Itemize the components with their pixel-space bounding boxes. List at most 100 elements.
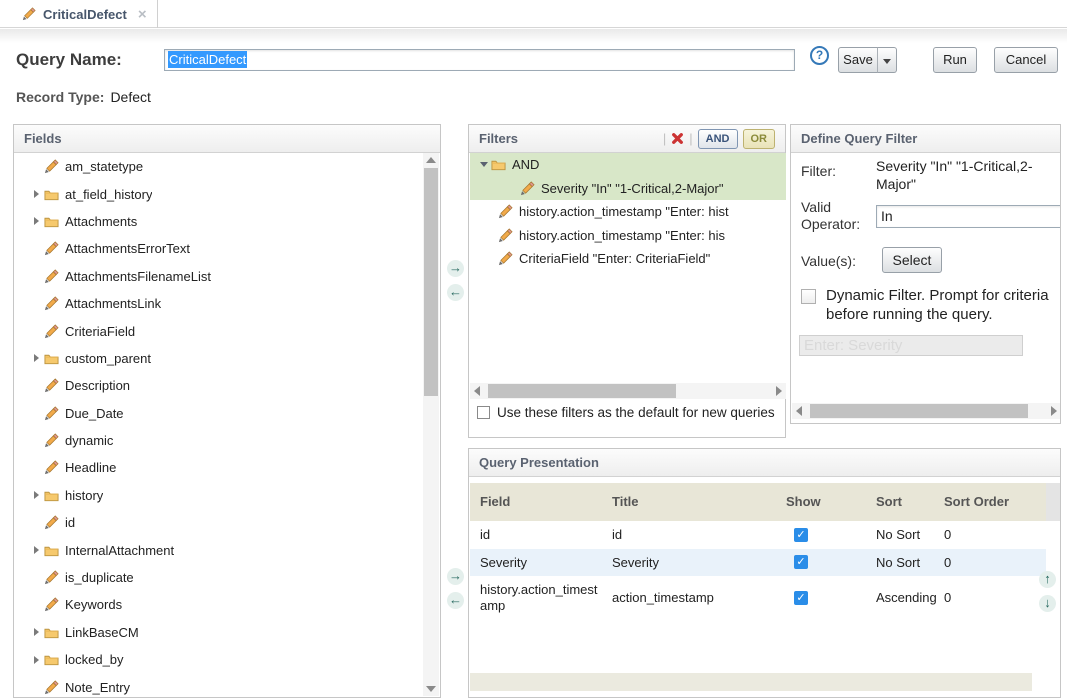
filters-hscrollbar-thumb[interactable] (488, 384, 676, 398)
fields-item-Headline[interactable]: Headline (15, 454, 422, 481)
move-up-arrow-icon[interactable]: ↑ (1039, 571, 1056, 588)
fields-item-Note_Entry[interactable]: Note_Entry (15, 673, 422, 697)
record-type-label: Record Type: (16, 89, 104, 105)
cell-sort-order[interactable]: 0 (940, 521, 1046, 549)
query-name-input[interactable]: CriticalDefect (164, 49, 795, 71)
presentation-row[interactable]: SeveritySeverity✓No Sort0 (470, 549, 1046, 577)
expand-icon[interactable] (29, 217, 44, 225)
default-filters-label: Use these filters as the default for new… (497, 405, 775, 420)
run-button[interactable]: Run (933, 47, 977, 73)
add-display-field-arrow-icon[interactable]: → (447, 568, 464, 585)
cell-sort[interactable]: Ascending (868, 576, 940, 619)
define-hscrollbar-thumb[interactable] (810, 404, 1028, 418)
define-hscrollbar[interactable] (792, 403, 1061, 419)
remove-filter-arrow-icon[interactable]: ← (447, 284, 464, 301)
fields-scrollbar-thumb[interactable] (424, 168, 438, 396)
cell-sort-order[interactable]: 0 (940, 576, 1046, 619)
expand-icon[interactable] (29, 354, 44, 362)
cancel-button[interactable]: Cancel (994, 47, 1058, 73)
filter-node[interactable]: history.action_timestamp "Enter: hist (470, 200, 786, 224)
expand-icon[interactable] (29, 491, 44, 499)
scroll-right-icon[interactable] (772, 383, 786, 399)
fields-item-AttachmentsErrorText[interactable]: AttachmentsErrorText (15, 235, 422, 262)
fields-item-am_statetype[interactable]: am_statetype (15, 153, 422, 180)
pencil-icon (44, 269, 59, 284)
remove-display-field-arrow-icon[interactable]: ← (447, 592, 464, 609)
fields-item-locked_by[interactable]: locked_by (15, 646, 422, 673)
cell-sort[interactable]: No Sort (868, 549, 940, 577)
fields-item-custom_parent[interactable]: custom_parent (15, 345, 422, 372)
fields-item-id[interactable]: id (15, 509, 422, 536)
dynamic-filter-checkbox[interactable] (801, 289, 816, 304)
record-type-value: Defect (110, 89, 150, 105)
show-checkbox[interactable]: ✓ (794, 528, 808, 542)
fields-item-dynamic[interactable]: dynamic (15, 427, 422, 454)
fields-item-Attachments[interactable]: Attachments (15, 208, 422, 235)
filter-node[interactable]: Severity "In" "1-Critical,2-Major" (470, 177, 786, 201)
filter-node[interactable]: history.action_timestamp "Enter: his (470, 224, 786, 248)
filter-node-label: history.action_timestamp "Enter: hist (519, 204, 729, 219)
pencil-icon (44, 597, 59, 612)
move-down-arrow-icon[interactable]: ↓ (1039, 595, 1056, 612)
valid-operator-label: Valid Operator: (801, 199, 873, 233)
fields-item-AttachmentsLink[interactable]: AttachmentsLink (15, 290, 422, 317)
scroll-left-icon[interactable] (792, 403, 806, 419)
collapse-icon[interactable] (476, 162, 491, 167)
fields-item-AttachmentsFilenameList[interactable]: AttachmentsFilenameList (15, 263, 422, 290)
fields-item-LinkBaseCM[interactable]: LinkBaseCM (15, 619, 422, 646)
chevron-down-icon (883, 59, 891, 64)
col-sort-order: Sort Order (940, 483, 1046, 521)
show-checkbox[interactable]: ✓ (794, 555, 808, 569)
and-operator-button[interactable]: AND (698, 129, 738, 149)
fields-item-CriteriaField[interactable]: CriteriaField (15, 317, 422, 344)
fields-scrollbar[interactable] (423, 153, 439, 696)
cell-sort[interactable]: No Sort (868, 521, 940, 549)
save-button[interactable]: Save (838, 47, 878, 73)
presentation-row[interactable]: history.action_timestampaction_timestamp… (470, 576, 1046, 619)
expand-icon[interactable] (29, 656, 44, 664)
filters-hscrollbar[interactable] (470, 383, 786, 399)
scroll-up-icon[interactable] (423, 153, 439, 167)
tab-close-icon[interactable]: × (138, 7, 147, 22)
fields-item-label: Keywords (65, 597, 122, 612)
cell-sort-order[interactable]: 0 (940, 549, 1046, 577)
fields-item-at_field_history[interactable]: at_field_history (15, 180, 422, 207)
expand-icon[interactable] (29, 190, 44, 198)
or-operator-button[interactable]: OR (743, 129, 776, 149)
pencil-icon (44, 324, 59, 339)
valid-operator-input[interactable]: In (876, 205, 1061, 228)
record-type-line: Record Type: Defect (16, 89, 151, 105)
expand-icon[interactable] (29, 546, 44, 554)
filters-panel-header: Filters | | AND OR (469, 125, 785, 153)
presentation-rows: idid✓No Sort0SeveritySeverity✓No Sort0hi… (470, 521, 1046, 619)
filter-node[interactable]: AND (470, 153, 786, 177)
fields-item-Description[interactable]: Description (15, 372, 422, 399)
fields-item-is_duplicate[interactable]: is_duplicate (15, 564, 422, 591)
save-dropdown-button[interactable] (877, 47, 897, 73)
expand-icon[interactable] (29, 628, 44, 636)
default-filters-checkbox[interactable] (477, 406, 490, 419)
delete-filter-icon[interactable] (671, 132, 684, 145)
scroll-right-icon[interactable] (1047, 403, 1061, 419)
query-name-selected-text: CriticalDefect (168, 51, 247, 68)
fields-item-label: AttachmentsLink (65, 296, 161, 311)
col-field: Field (470, 483, 602, 521)
fields-item-InternalAttachment[interactable]: InternalAttachment (15, 536, 422, 563)
select-values-button[interactable]: Select (882, 247, 942, 273)
pencil-icon (44, 406, 59, 421)
scroll-left-icon[interactable] (470, 383, 484, 399)
filter-node[interactable]: CriteriaField "Enter: CriteriaField" (470, 247, 786, 271)
fields-item-history[interactable]: history (15, 482, 422, 509)
tab-criticaldefect[interactable]: CriticalDefect × (8, 0, 158, 28)
fields-item-Keywords[interactable]: Keywords (15, 591, 422, 618)
add-filter-arrow-icon[interactable]: → (447, 260, 464, 277)
fields-item-label: at_field_history (65, 187, 152, 202)
filters-tree: ANDSeverity "In" "1-Critical,2-Major" his… (470, 153, 786, 399)
fields-item-label: is_duplicate (65, 570, 134, 585)
help-icon[interactable]: ? (810, 46, 829, 65)
presentation-row[interactable]: idid✓No Sort0 (470, 521, 1046, 549)
show-checkbox[interactable]: ✓ (794, 591, 808, 605)
fields-item-Due_Date[interactable]: Due_Date (15, 400, 422, 427)
fields-list: am_statetypeat_field_historyAttachmentsA… (15, 153, 422, 697)
scroll-down-icon[interactable] (423, 682, 439, 696)
